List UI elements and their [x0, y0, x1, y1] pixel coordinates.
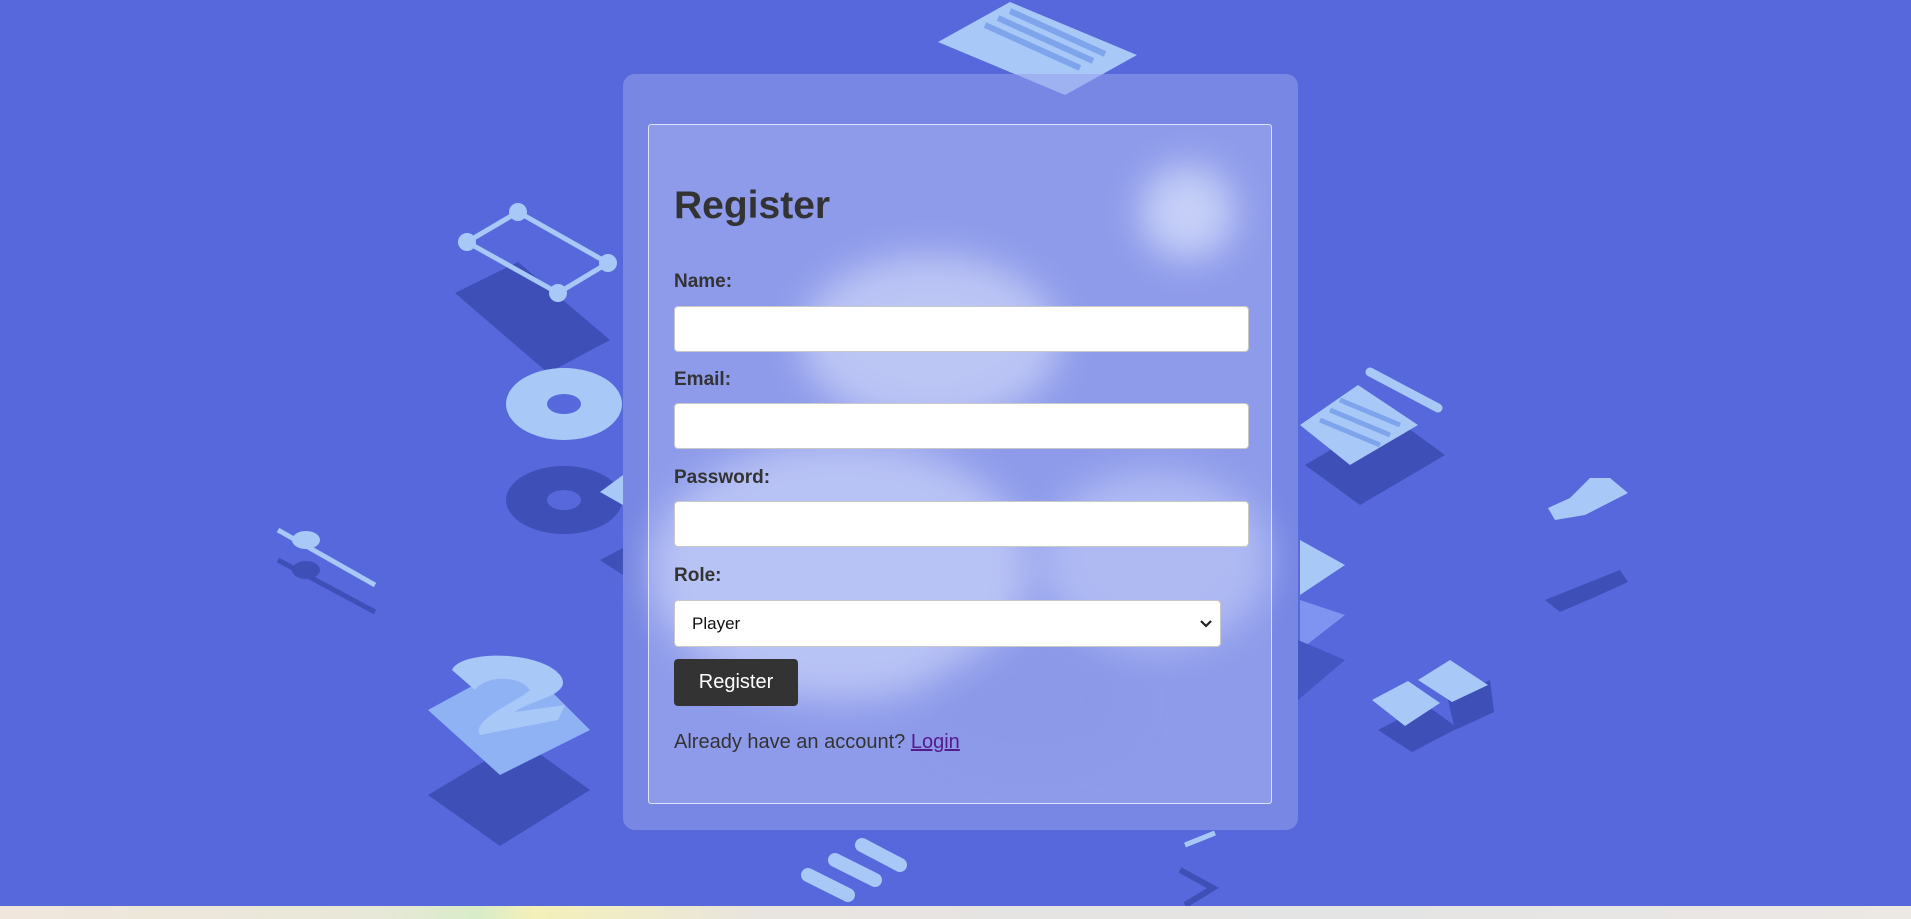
decor-piece: [1300, 600, 1345, 650]
page-title: Register: [674, 184, 831, 227]
password-field[interactable]: [674, 501, 1249, 547]
decor-piece: [1300, 540, 1345, 595]
role-select[interactable]: Player: [674, 600, 1221, 647]
right-document-shape: [1300, 367, 1445, 505]
name-field[interactable]: [674, 306, 1249, 352]
register-button[interactable]: Register: [674, 659, 798, 706]
decor-piece: [600, 548, 623, 575]
password-label: Password:: [674, 467, 771, 488]
ring-shape: [506, 368, 622, 534]
login-link[interactable]: Login: [911, 731, 960, 753]
stripes-shape: [801, 830, 1220, 908]
taskbar-strip: [0, 906, 1911, 919]
slider-shape: [276, 527, 377, 615]
number-two-shape: [428, 655, 590, 846]
email-field[interactable]: [674, 403, 1249, 449]
role-selected-value: Player: [692, 614, 741, 633]
letter-t-shape: [1545, 478, 1628, 612]
login-prompt: Already have an account? Login: [674, 731, 960, 754]
role-label: Role:: [674, 565, 722, 586]
chevron-down-icon: [1200, 620, 1212, 628]
login-prompt-text: Already have an account?: [674, 731, 906, 753]
decor-piece: [1298, 640, 1345, 700]
email-label: Email:: [674, 369, 732, 390]
name-label: Name:: [674, 271, 733, 292]
selection-box-shape: [455, 203, 617, 373]
blocks-shape: [1372, 660, 1494, 752]
